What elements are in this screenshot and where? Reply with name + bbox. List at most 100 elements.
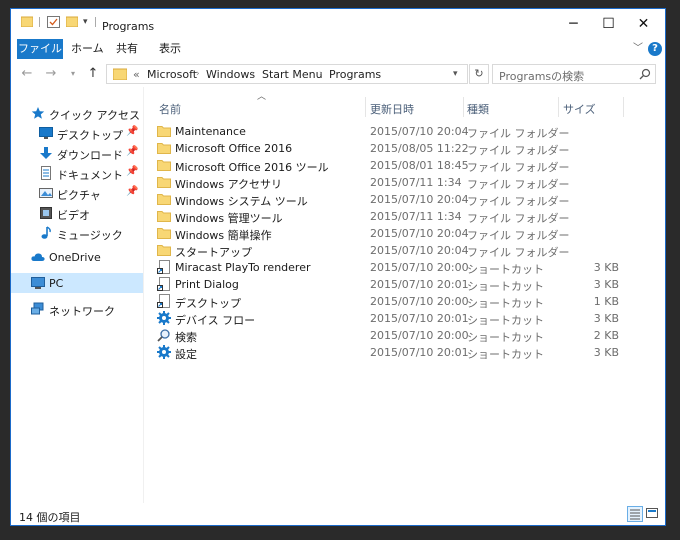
file-row[interactable]: Print Dialog 2015/07/10 20:01 ショートカット 3 KB: [157, 276, 627, 293]
window-title: Programs: [102, 20, 155, 33]
nav-item-videos[interactable]: ビデオ: [11, 203, 143, 223]
file-name: Windows 管理ツール: [175, 212, 283, 225]
gear-icon: [157, 311, 171, 325]
nav-label: ピクチャ: [57, 189, 101, 202]
column-separator[interactable]: [365, 97, 366, 117]
nav-quick-access[interactable]: クイック アクセス: [11, 103, 143, 123]
column-separator[interactable]: [623, 97, 624, 117]
navigation-pane: クイック アクセス デスクトップ 📌 ダウンロード 📌 ドキュメント 📌 ピクチ…: [11, 87, 144, 503]
nav-onedrive[interactable]: OneDrive: [11, 247, 143, 267]
search-placeholder: Programsの検索: [499, 70, 585, 83]
file-row[interactable]: Microsoft Office 2016 2015/08/05 11:22 ファイ…: [157, 140, 627, 157]
file-row[interactable]: デバイス フロー 2015/07/10 20:01 ショートカット 3 KB: [157, 310, 627, 327]
breadcrumb-item[interactable]: Programs: [329, 68, 381, 81]
pin-icon[interactable]: 📌: [126, 166, 138, 177]
nav-label: ドキュメント: [57, 169, 123, 182]
new-folder-icon[interactable]: [65, 16, 79, 28]
chevron-right-icon[interactable]: ›: [319, 69, 323, 79]
file-size: 2 KB: [593, 329, 619, 342]
item-count: 14 個の項目: [19, 511, 81, 524]
folder-icon: [157, 175, 171, 189]
file-row[interactable]: Windows 管理ツール 2015/07/11 1:34 ファイル フォルダー: [157, 208, 627, 225]
star-icon: [31, 106, 45, 120]
expand-ribbon-icon[interactable]: ﹀: [633, 39, 643, 59]
column-header-name[interactable]: 名前: [159, 101, 181, 117]
file-row[interactable]: Maintenance 2015/07/10 20:04 ファイル フォルダー: [157, 123, 627, 140]
file-row[interactable]: スタートアップ 2015/07/10 20:04 ファイル フォルダー: [157, 242, 627, 259]
file-name: 検索: [175, 331, 197, 344]
search-icon[interactable]: [639, 68, 651, 80]
file-row[interactable]: 設定 2015/07/10 20:01 ショートカット 3 KB: [157, 344, 627, 361]
file-name: デバイス フロー: [175, 314, 256, 327]
pin-icon[interactable]: 📌: [126, 146, 138, 157]
recent-locations-icon[interactable]: ▾: [63, 64, 83, 84]
tab-home[interactable]: ホーム: [71, 39, 104, 59]
customize-qa-icon[interactable]: ▾: [83, 17, 88, 27]
forward-button[interactable]: →: [41, 64, 61, 84]
details-view-button[interactable]: [627, 506, 643, 522]
nav-label: ネットワーク: [49, 305, 115, 318]
file-date: 2015/07/10 20:04: [370, 125, 469, 138]
chevron-right-icon[interactable]: ›: [251, 69, 255, 79]
nav-item-music[interactable]: ミュージック: [11, 223, 143, 243]
folder-icon: [157, 124, 171, 138]
computer-icon: [31, 276, 45, 290]
tab-share[interactable]: 共有: [116, 39, 138, 59]
search-input[interactable]: Programsの検索: [492, 64, 656, 84]
column-header-date[interactable]: 更新日時: [370, 101, 414, 117]
file-row[interactable]: Microsoft Office 2016 ツール 2015/08/01 18:4…: [157, 157, 627, 174]
shortcut-icon: [157, 260, 171, 274]
close-button[interactable]: ✕: [621, 9, 666, 39]
chevron-right-icon[interactable]: ›: [196, 69, 200, 79]
properties-icon[interactable]: [47, 16, 60, 28]
breadcrumb-item[interactable]: Windows: [206, 68, 255, 81]
file-type: ショートカット: [467, 331, 544, 344]
nav-label: ビデオ: [57, 209, 90, 222]
pin-icon[interactable]: 📌: [126, 126, 138, 137]
file-name: 設定: [175, 348, 197, 361]
breadcrumb-overflow[interactable]: «: [133, 68, 140, 81]
file-type: ファイル フォルダー: [467, 127, 570, 140]
download-icon: [39, 146, 53, 160]
file-date: 2015/07/11 1:34: [370, 210, 462, 223]
nav-item-downloads[interactable]: ダウンロード 📌: [11, 143, 143, 163]
file-type: ファイル フォルダー: [467, 246, 570, 259]
file-date: 2015/07/10 20:01: [370, 346, 469, 359]
nav-item-desktop[interactable]: デスクトップ 📌: [11, 123, 143, 143]
file-row[interactable]: 検索 2015/07/10 20:00 ショートカット 2 KB: [157, 327, 627, 344]
column-header-type[interactable]: 種類: [467, 101, 489, 117]
large-icons-view-button[interactable]: [645, 506, 661, 522]
breadcrumb-item[interactable]: Microsoft: [147, 68, 197, 81]
tab-view[interactable]: 表示: [159, 39, 181, 59]
nav-item-pictures[interactable]: ピクチャ 📌: [11, 183, 143, 203]
file-type: ファイル フォルダー: [467, 161, 570, 174]
chevron-down-icon[interactable]: ▾: [453, 69, 458, 79]
breadcrumb-item[interactable]: Start Menu: [262, 68, 323, 81]
nav-pc[interactable]: PC: [11, 273, 143, 293]
address-bar[interactable]: « Microsoft › Windows › Start Menu › Pro…: [106, 64, 468, 84]
column-header-size[interactable]: サイズ: [563, 101, 596, 117]
nav-network[interactable]: ネットワーク: [11, 299, 143, 319]
nav-label: OneDrive: [49, 251, 101, 264]
refresh-button[interactable]: ↻: [469, 64, 489, 84]
document-icon: [39, 166, 53, 180]
sort-up-icon: ︿: [257, 92, 267, 102]
search-icon: [157, 328, 171, 342]
file-type: ショートカット: [467, 297, 544, 310]
up-button[interactable]: ↑: [83, 64, 103, 84]
pin-icon[interactable]: 📌: [126, 186, 138, 197]
file-row[interactable]: デスクトップ 2015/07/10 20:00 ショートカット 1 KB: [157, 293, 627, 310]
file-row[interactable]: Windows アクセサリ 2015/07/11 1:34 ファイル フォルダー: [157, 174, 627, 191]
back-button[interactable]: ←: [17, 64, 37, 84]
file-row[interactable]: Windows システム ツール 2015/07/10 20:04 ファイル フォル…: [157, 191, 627, 208]
file-row[interactable]: Windows 簡単操作 2015/07/10 20:04 ファイル フォルダー: [157, 225, 627, 242]
file-date: 2015/07/10 20:04: [370, 227, 469, 240]
title-bar: ▾ Programs ─ ☐ ✕: [11, 9, 665, 39]
column-separator[interactable]: [463, 97, 464, 117]
file-row[interactable]: Miracast PlayTo renderer 2015/07/10 20:00…: [157, 259, 627, 276]
file-name: Windows 簡単操作: [175, 229, 272, 242]
tab-file[interactable]: ファイル: [17, 39, 63, 59]
help-icon[interactable]: ?: [648, 42, 662, 56]
column-separator[interactable]: [558, 97, 559, 117]
nav-item-documents[interactable]: ドキュメント 📌: [11, 163, 143, 183]
